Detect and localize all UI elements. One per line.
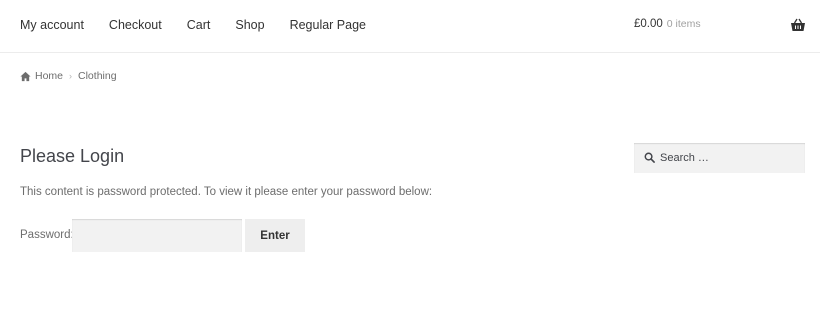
cart-summary-link[interactable]: £0.00 0 items	[634, 18, 701, 30]
nav-item-regular-page[interactable]: Regular Page	[290, 17, 366, 33]
page-title: Please Login	[20, 146, 125, 166]
cart-amount: £0.00	[634, 18, 663, 30]
search-icon	[644, 152, 655, 163]
cart-item-count: 0 items	[666, 18, 701, 30]
primary-navigation: My account Checkout Cart Shop Regular Pa…	[20, 17, 391, 33]
password-protected-notice: This content is password protected. To v…	[20, 186, 433, 198]
enter-button[interactable]: Enter	[245, 219, 305, 252]
site-header: My account Checkout Cart Shop Regular Pa…	[0, 0, 820, 53]
search-input[interactable]	[660, 149, 800, 167]
basket-icon[interactable]	[790, 17, 806, 33]
nav-item-my-account[interactable]: My account	[20, 17, 84, 33]
breadcrumb-current: Clothing	[78, 70, 117, 82]
nav-item-checkout[interactable]: Checkout	[109, 17, 162, 33]
breadcrumb-home-link[interactable]: Home	[35, 70, 63, 82]
breadcrumb: Home › Clothing	[20, 70, 117, 82]
home-icon	[20, 71, 31, 81]
password-input[interactable]	[72, 219, 242, 252]
nav-item-shop[interactable]: Shop	[235, 17, 264, 33]
search-box	[634, 143, 805, 173]
password-label: Password:	[20, 229, 74, 241]
breadcrumb-separator: ›	[69, 71, 73, 81]
nav-item-cart[interactable]: Cart	[187, 17, 211, 33]
